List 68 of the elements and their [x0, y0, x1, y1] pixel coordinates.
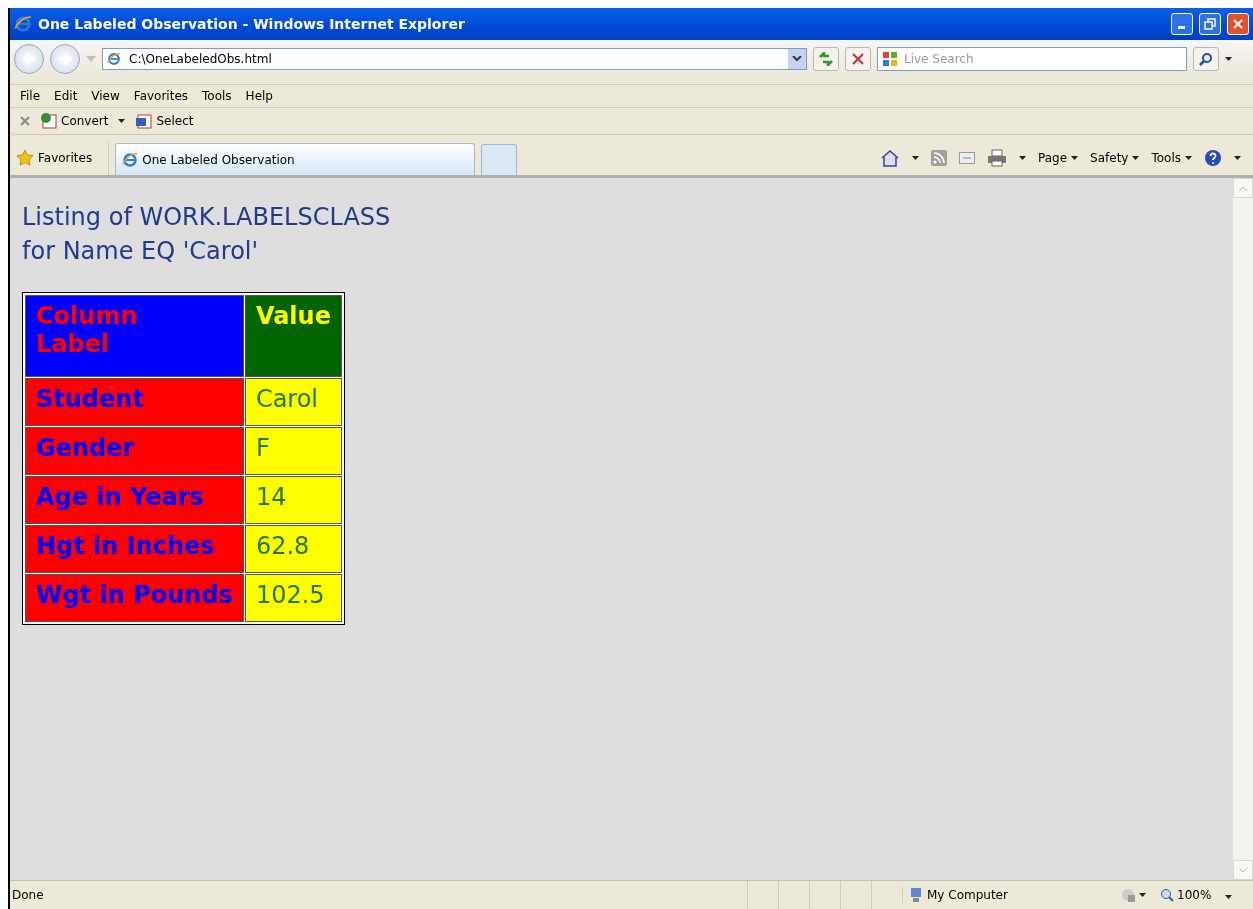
- menu-item[interactable]: Favorites: [133, 89, 189, 103]
- close-toolbar-icon[interactable]: [20, 116, 30, 126]
- magnifier-icon[interactable]: [1160, 888, 1174, 902]
- computer-icon: [909, 887, 923, 903]
- caret-icon[interactable]: [118, 119, 126, 123]
- stop-button[interactable]: [845, 47, 871, 71]
- menu-item[interactable]: File: [20, 89, 41, 103]
- value-cell: F: [244, 427, 342, 475]
- row-label: Hgt in Inches: [25, 525, 244, 573]
- command-menu[interactable]: Tools: [1151, 151, 1192, 165]
- home-icon[interactable]: [880, 149, 900, 167]
- menu-item[interactable]: Help: [245, 89, 273, 103]
- windows-flag-icon: [882, 51, 898, 67]
- value-cell: 102.5: [244, 574, 342, 622]
- address-bar[interactable]: C:\OneLabeledObs.html: [102, 48, 807, 70]
- minimize-button[interactable]: [1171, 13, 1193, 35]
- row-label: Student: [25, 378, 244, 426]
- caret-icon[interactable]: [1139, 893, 1146, 897]
- security-zone: My Computer: [927, 888, 1008, 902]
- search-icon[interactable]: [1199, 52, 1213, 66]
- browser-logo-icon: [122, 151, 139, 168]
- caret-icon[interactable]: [1225, 895, 1233, 899]
- close-icon[interactable]: [1232, 18, 1244, 30]
- refresh-icon[interactable]: [818, 52, 834, 66]
- column-header: Value: [244, 295, 342, 377]
- row-label: Gender: [25, 427, 244, 475]
- close-button[interactable]: [1227, 13, 1249, 35]
- caret-icon[interactable]: [1234, 156, 1241, 160]
- caret-icon[interactable]: [1185, 156, 1192, 160]
- caret-icon[interactable]: [912, 156, 919, 160]
- mail-icon[interactable]: [959, 152, 975, 164]
- restore-button[interactable]: [1199, 13, 1221, 35]
- star-icon[interactable]: [16, 149, 34, 167]
- caret-icon[interactable]: [1019, 156, 1026, 160]
- help-icon[interactable]: [1204, 149, 1222, 167]
- caret-icon[interactable]: [1071, 156, 1079, 160]
- value-cell: Carol: [244, 378, 342, 426]
- caret-icon[interactable]: [1132, 156, 1140, 160]
- window-title: One Labeled Observation - Windows Internet Explorer: [38, 16, 466, 32]
- value-cell: 62.8: [244, 525, 342, 573]
- favorites-button[interactable]: Favorites: [16, 141, 110, 175]
- browser-logo-icon: [14, 15, 32, 33]
- toolbar-button[interactable]: Select: [131, 112, 198, 130]
- browser-logo-icon: [107, 52, 121, 66]
- menu-item[interactable]: Tools: [202, 89, 232, 103]
- address-dropdown-icon[interactable]: [788, 49, 806, 69]
- printer-icon[interactable]: [987, 149, 1007, 167]
- zoom-button[interactable]: 100%: [1160, 888, 1212, 902]
- search-box[interactable]: Live Search: [877, 47, 1187, 71]
- restore-icon[interactable]: [1204, 18, 1216, 30]
- column-header: Column Label: [25, 295, 244, 377]
- feed-icon[interactable]: [931, 150, 947, 166]
- refresh-button[interactable]: [813, 47, 839, 71]
- search-button[interactable]: [1193, 47, 1219, 71]
- listing-title: for Name EQ 'Carol': [22, 236, 260, 267]
- stop-icon[interactable]: [852, 53, 864, 65]
- row-label: Wgt in Pounds: [25, 574, 244, 622]
- value-cell: 14: [244, 476, 342, 524]
- browser-tab[interactable]: One Labeled Observation: [115, 143, 476, 175]
- row-label: Age in Years: [25, 476, 244, 524]
- toolbar-button[interactable]: Convert: [36, 112, 113, 130]
- status-text: Done: [11, 888, 45, 902]
- listing-title: Listing of WORK.LABELSCLASS: [22, 202, 392, 233]
- command-menu[interactable]: Page: [1038, 151, 1079, 165]
- caret-icon[interactable]: [1225, 57, 1232, 61]
- menu-item[interactable]: Edit: [54, 89, 78, 103]
- command-menu[interactable]: Safety: [1090, 151, 1140, 165]
- menu-item[interactable]: View: [91, 89, 120, 103]
